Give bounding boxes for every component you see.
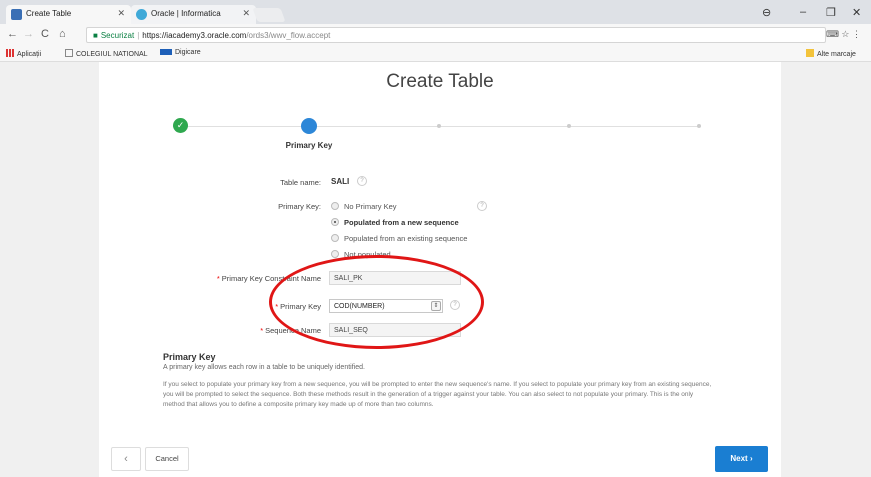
table-name-value: SALI [331, 177, 350, 186]
constraint-name-label: * Primary Key Constraint Name [216, 274, 321, 283]
radio-icon [331, 234, 339, 242]
radio-not-populated[interactable]: Not populated [331, 250, 391, 260]
help-description: If you select to populate your primary k… [163, 381, 712, 408]
bookmarks-bar: Aplicații COLEGIUL NATIONAL Digicare Alt… [0, 46, 871, 62]
wizard-track [181, 126, 701, 127]
radio-no-primary-key[interactable]: No Primary Key [331, 202, 397, 212]
back-button[interactable]: ‹ [111, 447, 141, 471]
pk-column-select[interactable]: COD(NUMBER) ⇕ [329, 299, 443, 313]
reload-icon[interactable]: C [41, 28, 49, 40]
wizard-step-dot [697, 124, 701, 128]
pk-column-label: * Primary Key [275, 302, 321, 311]
radio-checked-icon [331, 218, 339, 226]
next-button[interactable]: Next › [715, 446, 768, 472]
profile-icon[interactable]: ⊖ [762, 6, 771, 19]
radio-icon [331, 250, 339, 258]
table-name-label: Table name: [280, 178, 321, 187]
oracle-tab-icon [136, 9, 147, 20]
url-path: /ords3/wwv_flow.accept [246, 31, 331, 40]
bookmark-other[interactable]: Alte marcaje [806, 49, 856, 58]
wizard-step-dot [437, 124, 441, 128]
close-icon[interactable]: ✕ [117, 8, 125, 19]
page-icon [65, 49, 73, 57]
bookmark-colegiul[interactable]: COLEGIUL NATIONAL [65, 49, 148, 58]
help-heading: Primary Key [163, 352, 216, 362]
select-arrows-icon: ⇕ [431, 301, 441, 311]
help-icon[interactable]: ? [477, 201, 487, 211]
wizard-current-step-dot [301, 118, 317, 134]
primary-key-label: Primary Key: [278, 202, 321, 211]
tab-title: Oracle | Informatica [151, 9, 221, 18]
page-title: Create Table [386, 71, 494, 92]
restore-icon[interactable]: ❐ [826, 6, 836, 19]
help-subtitle: A primary key allows each row in a table… [163, 364, 365, 371]
constraint-name-field[interactable]: SALI_PK [329, 271, 461, 285]
tab-create-table[interactable]: Create Table ✕ [6, 5, 131, 24]
secure-label: Securizat [100, 31, 135, 40]
new-tab-button[interactable] [252, 8, 286, 22]
bookmark-apps[interactable]: Aplicații [6, 49, 41, 58]
cancel-button[interactable]: Cancel [145, 447, 189, 471]
apex-tab-icon [11, 9, 22, 20]
wizard-page: Create Table ✓ Primary Key Table name: S… [99, 62, 781, 477]
bookmark-digicare[interactable]: Digicare [160, 49, 201, 56]
close-icon[interactable]: ✕ [242, 8, 250, 19]
radio-icon [331, 202, 339, 210]
check-icon: ✓ [173, 118, 188, 133]
sequence-name-label: * Sequence Name [260, 326, 321, 335]
wizard-step-dot [567, 124, 571, 128]
help-icon[interactable]: ? [450, 300, 460, 310]
lock-icon: ■ [93, 31, 98, 40]
tab-oracle-informatica[interactable]: Oracle | Informatica ✕ [131, 5, 256, 24]
tab-title: Create Table [26, 9, 72, 18]
home-icon[interactable]: ⌂ [59, 28, 66, 40]
url-host: https://iacademy3.oracle.com [142, 31, 247, 40]
wizard-step-label: Primary Key [285, 141, 333, 150]
url-input[interactable]: ■ Securizat | https://iacademy3.oracle.com/… [86, 27, 826, 43]
digicare-icon [160, 49, 172, 55]
apps-grid-icon [6, 49, 14, 57]
help-icon[interactable]: ? [357, 176, 367, 186]
sequence-name-field[interactable]: SALI_SEQ [329, 323, 461, 337]
forward-arrow-icon[interactable]: → [23, 28, 34, 40]
minimize-icon[interactable]: – [800, 6, 806, 18]
back-arrow-icon[interactable]: ← [7, 28, 18, 40]
folder-icon [806, 49, 814, 57]
address-bar: ← → C ⌂ ■ Securizat | https://iacademy3.ora… [0, 24, 871, 46]
browser-tab-bar: Create Table ✕ Oracle | Informatica ✕ ⊖ … [0, 0, 871, 24]
radio-existing-sequence[interactable]: Populated from an existing sequence [331, 234, 467, 244]
translate-star-icons[interactable]: ⌨ ☆ ⋮ [826, 29, 861, 40]
radio-new-sequence[interactable]: Populated from a new sequence [331, 218, 459, 228]
window-close-icon[interactable]: ✕ [852, 6, 861, 19]
